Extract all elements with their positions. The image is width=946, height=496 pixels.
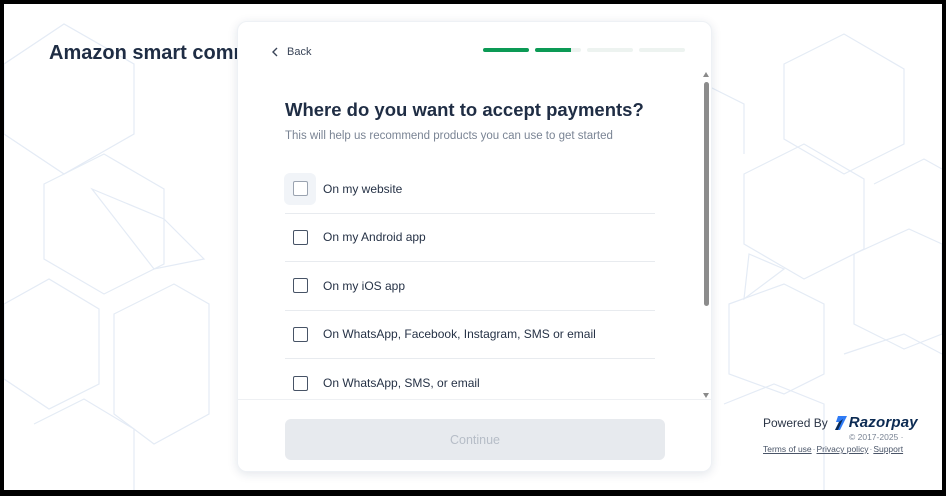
option-website[interactable]: On my website	[284, 165, 655, 214]
checkbox-box	[292, 375, 308, 391]
page-title: Amazon smart comm	[49, 42, 252, 64]
option-social[interactable]: On WhatsApp, Facebook, Instagram, SMS or…	[284, 311, 655, 359]
checkbox-box	[292, 181, 308, 197]
copyright: © 2017-2025 ·	[849, 432, 904, 442]
scrollbar-thumb[interactable]	[704, 82, 709, 306]
chevron-left-icon	[272, 47, 278, 57]
checkbox-website[interactable]	[284, 172, 316, 205]
checkbox-social[interactable]	[284, 318, 316, 350]
option-android-app[interactable]: On my Android app	[284, 214, 655, 262]
option-label: On my website	[323, 181, 403, 196]
progress-step-1	[483, 48, 529, 52]
razorpay-logo-icon	[834, 415, 847, 430]
terms-link[interactable]: Terms of use	[763, 444, 812, 454]
legal-links: Terms of use·Privacy policy·Support	[763, 444, 903, 454]
continue-button[interactable]: Continue	[285, 419, 665, 460]
modal-footer: Continue	[238, 399, 711, 471]
progress-step-4	[639, 48, 685, 52]
progress-step-3	[587, 48, 633, 52]
checkbox-ios-app[interactable]	[284, 270, 316, 302]
modal-content[interactable]: Where do you want to accept payments? Th…	[238, 72, 711, 399]
question-subheading: This will help us recommend products you…	[285, 130, 613, 142]
step-progress	[483, 48, 685, 52]
option-label: On my Android app	[323, 230, 426, 245]
checkbox-box	[292, 326, 308, 342]
onboarding-modal: Back Where do you want to accept payment…	[237, 21, 712, 472]
modal-scrollbar[interactable]	[702, 70, 711, 400]
checkbox-box	[292, 229, 308, 245]
powered-by: Powered By Razorpay	[763, 414, 918, 431]
back-button[interactable]: Back	[271, 46, 311, 58]
option-label: On WhatsApp, SMS, or email	[323, 376, 480, 391]
option-label: On WhatsApp, Facebook, Instagram, SMS or…	[323, 327, 596, 342]
powered-by-label: Powered By	[763, 415, 828, 430]
support-link[interactable]: Support	[873, 444, 903, 454]
checkbox-whatsapp-sms-email[interactable]	[284, 367, 316, 399]
scroll-up-arrow-icon[interactable]	[703, 72, 709, 77]
question-heading: Where do you want to accept payments?	[285, 99, 644, 120]
checkbox-box	[292, 278, 308, 294]
back-label: Back	[287, 46, 312, 58]
option-whatsapp-sms-email[interactable]: On WhatsApp, SMS, or email	[285, 359, 655, 399]
razorpay-logo: Razorpay	[834, 414, 918, 431]
option-label: On my iOS app	[323, 278, 406, 293]
progress-step-2	[535, 48, 581, 52]
razorpay-wordmark: Razorpay	[848, 414, 918, 431]
payment-options: On my website On my Android app On my iO…	[284, 165, 655, 399]
option-ios-app[interactable]: On my iOS app	[285, 262, 655, 311]
privacy-link[interactable]: Privacy policy	[817, 444, 869, 454]
checkbox-android-app[interactable]	[284, 221, 316, 253]
scroll-down-arrow-icon[interactable]	[703, 393, 709, 398]
